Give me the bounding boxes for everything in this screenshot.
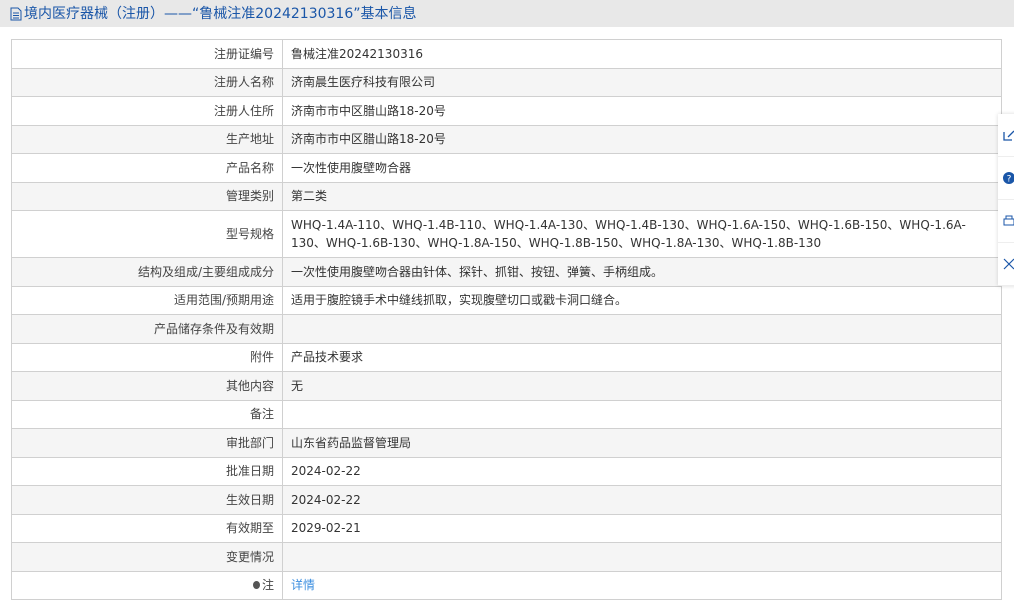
field-label: 批准日期 bbox=[11, 456, 283, 486]
table-row: 注册人住所 济南市市中区腊山路18-20号 bbox=[11, 96, 1002, 126]
field-value: 无 bbox=[282, 371, 1002, 401]
help-icon[interactable]: ? bbox=[998, 157, 1014, 200]
field-value: 鲁械注准20242130316 bbox=[282, 39, 1002, 69]
field-value bbox=[282, 542, 1002, 572]
field-label: 产品储存条件及有效期 bbox=[11, 314, 283, 344]
page-title: 境内医疗器械（注册）——“鲁械注准20242130316”基本信息 bbox=[24, 5, 417, 22]
pin-icon bbox=[252, 581, 260, 590]
field-value: 2024-02-22 bbox=[282, 485, 1002, 515]
table-row: 适用范围/预期用途 适用于腹腔镜手术中缝线抓取，实现腹壁切口或戳卡洞口缝合。 bbox=[11, 285, 1002, 315]
table-row: 注册证编号 鲁械注准20242130316 bbox=[11, 39, 1002, 69]
field-label: 注册人住所 bbox=[11, 96, 283, 126]
field-value: 山东省药品监督管理局 bbox=[282, 428, 1002, 458]
field-value: 2024-02-22 bbox=[282, 456, 1002, 486]
table-row: 批准日期 2024-02-22 bbox=[11, 456, 1002, 486]
table-row: 注册人名称 济南晨生医疗科技有限公司 bbox=[11, 67, 1002, 97]
table-row: 生产地址 济南市市中区腊山路18-20号 bbox=[11, 124, 1002, 154]
field-label: 结构及组成/主要组成成分 bbox=[11, 257, 283, 287]
field-label: 备注 bbox=[11, 399, 283, 429]
table-row: 有效期至 2029-02-21 bbox=[11, 513, 1002, 543]
field-value: 一次性使用腹壁吻合器 bbox=[282, 153, 1002, 183]
table-row: 审批部门 山东省药品监督管理局 bbox=[11, 428, 1002, 458]
table-row: 产品名称 一次性使用腹壁吻合器 bbox=[11, 153, 1002, 183]
field-label: 生产地址 bbox=[11, 124, 283, 154]
svg-text:?: ? bbox=[1007, 175, 1012, 185]
field-value: 第二类 bbox=[282, 181, 1002, 211]
field-value bbox=[282, 314, 1002, 344]
field-value: 一次性使用腹壁吻合器由针体、探针、抓钳、按钮、弹簧、手柄组成。 bbox=[282, 257, 1002, 287]
table-row: 注详情 bbox=[11, 570, 1002, 600]
document-icon bbox=[10, 7, 22, 20]
table-row: 型号规格 WHQ-1.4A-110、WHQ-1.4B-110、WHQ-1.4A-1… bbox=[11, 210, 1002, 258]
field-label: 附件 bbox=[11, 342, 283, 372]
field-label: 管理类别 bbox=[11, 181, 283, 211]
table-row: 变更情况 bbox=[11, 542, 1002, 572]
field-label: 变更情况 bbox=[11, 542, 283, 572]
table-row: 管理类别 第二类 bbox=[11, 181, 1002, 211]
field-label: 型号规格 bbox=[11, 210, 283, 258]
table-row: 其他内容无 bbox=[11, 371, 1002, 401]
print-icon[interactable] bbox=[998, 200, 1014, 243]
table-row: 生效日期 2024-02-22 bbox=[11, 485, 1002, 515]
page-header: 境内医疗器械（注册）——“鲁械注准20242130316”基本信息 bbox=[0, 0, 1014, 27]
edit-icon[interactable] bbox=[998, 114, 1014, 157]
field-label: 适用范围/预期用途 bbox=[11, 285, 283, 315]
field-value: 济南市市中区腊山路18-20号 bbox=[282, 124, 1002, 154]
side-toolbar: ? bbox=[998, 114, 1014, 286]
details-link[interactable]: 详情 bbox=[291, 578, 315, 592]
field-label: 审批部门 bbox=[11, 428, 283, 458]
field-value: 产品技术要求 bbox=[282, 342, 1002, 372]
field-value: WHQ-1.4A-110、WHQ-1.4B-110、WHQ-1.4A-130、W… bbox=[282, 210, 1002, 258]
field-label: 有效期至 bbox=[11, 513, 283, 543]
field-value: 济南市市中区腊山路18-20号 bbox=[282, 96, 1002, 126]
table-row: 结构及组成/主要组成成分 一次性使用腹壁吻合器由针体、探针、抓钳、按钮、弹簧、手柄… bbox=[11, 257, 1002, 287]
field-value bbox=[282, 399, 1002, 429]
field-label: 其他内容 bbox=[11, 371, 283, 401]
table-row: 产品储存条件及有效期 bbox=[11, 314, 1002, 344]
field-value: 2029-02-21 bbox=[282, 513, 1002, 543]
field-label: 生效日期 bbox=[11, 485, 283, 515]
field-label: 注 bbox=[11, 570, 283, 600]
info-table: 注册证编号 鲁械注准20242130316 注册人名称 济南晨生医疗科技有限公司 注册人… bbox=[11, 39, 1002, 600]
field-label: 注册证编号 bbox=[11, 39, 283, 69]
field-value: 济南晨生医疗科技有限公司 bbox=[282, 67, 1002, 97]
field-label: 注册人名称 bbox=[11, 67, 283, 97]
table-row: 备注 bbox=[11, 399, 1002, 429]
close-icon[interactable] bbox=[998, 243, 1014, 286]
field-label: 产品名称 bbox=[11, 153, 283, 183]
table-row: 附件 产品技术要求 bbox=[11, 342, 1002, 372]
field-value: 适用于腹腔镜手术中缝线抓取，实现腹壁切口或戳卡洞口缝合。 bbox=[282, 285, 1002, 315]
field-value: 详情 bbox=[282, 570, 1002, 600]
